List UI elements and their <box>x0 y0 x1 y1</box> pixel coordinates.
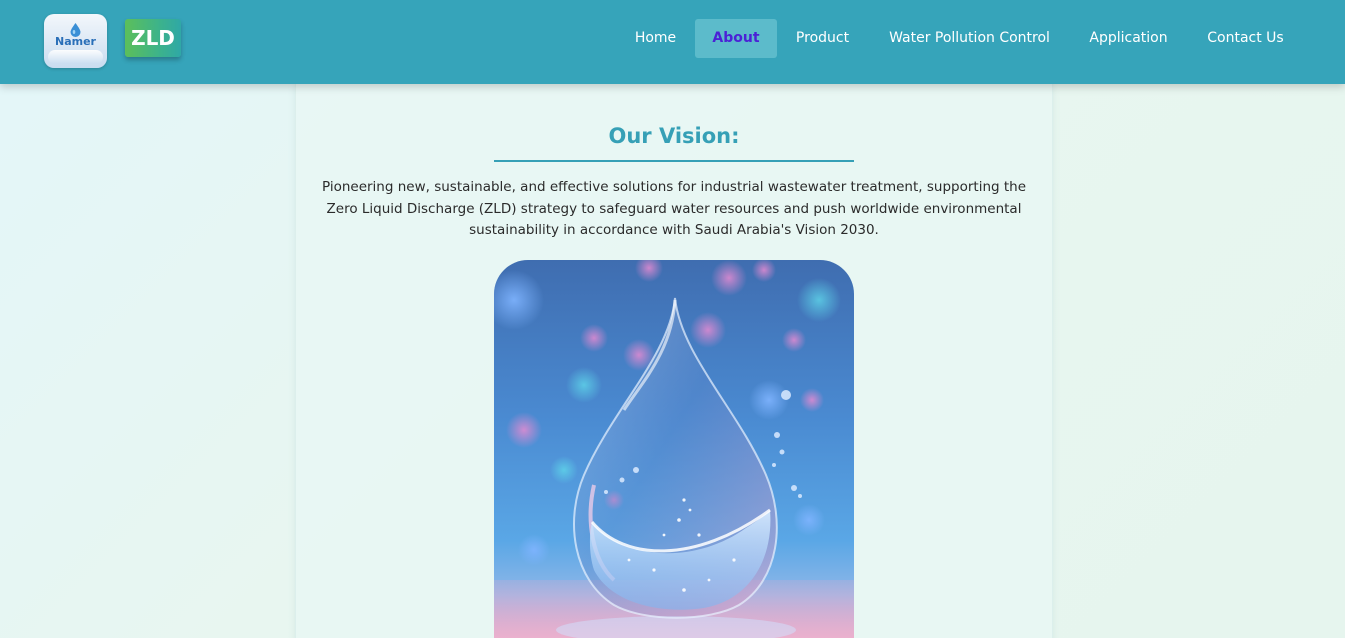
site-header: Namer ZLD Home About Product Water Pollu… <box>0 0 1345 84</box>
nav-contact-us[interactable]: Contact Us <box>1196 19 1295 58</box>
vision-paragraph: Pioneering new, sustainable, and effecti… <box>321 179 1027 238</box>
vision-heading: Our Vision: <box>608 124 740 148</box>
main-nav: Home About Product Water Pollution Contr… <box>0 19 1345 58</box>
nav-product[interactable]: Product <box>784 19 861 58</box>
nav-application[interactable]: Application <box>1078 19 1179 58</box>
water-drop-splash-image <box>494 260 854 638</box>
water-drop-illustration <box>494 260 854 638</box>
nav-home[interactable]: Home <box>623 19 688 58</box>
nav-water-pollution-control[interactable]: Water Pollution Control <box>878 19 1061 58</box>
nav-about[interactable]: About <box>695 19 777 58</box>
heading-underline <box>494 160 854 162</box>
